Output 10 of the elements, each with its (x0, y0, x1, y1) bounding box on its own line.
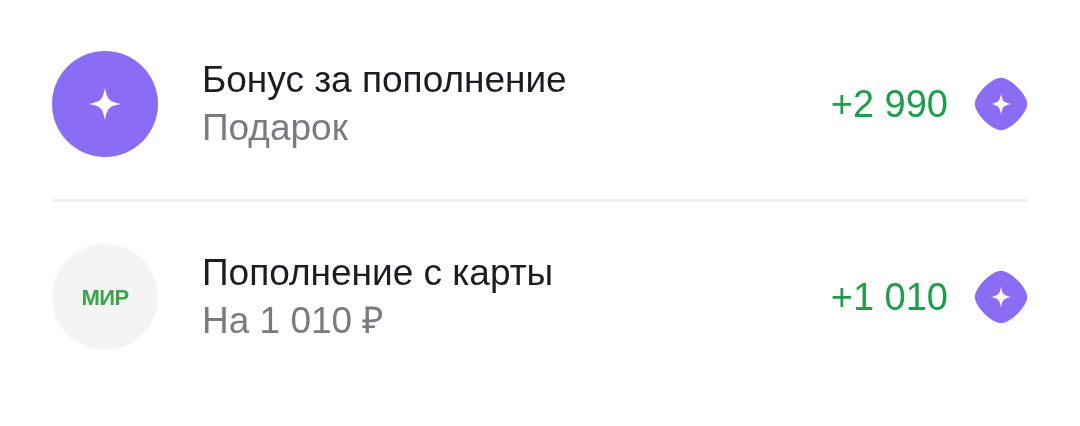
bonus-coin-icon (974, 77, 1028, 131)
transaction-title: Бонус за пополнение (202, 58, 568, 102)
logo-text: МИР (81, 283, 129, 312)
transaction-subtitle: На 1 010 ₽ (202, 299, 386, 343)
sparkle-icon (52, 51, 158, 157)
transaction-title: Пополнение с карты (202, 251, 555, 295)
transaction-subtitle: Подарок (202, 106, 349, 150)
amount: +1 010 (830, 274, 948, 320)
bonus-coin-icon (974, 270, 1028, 324)
amount: +2 990 (830, 81, 948, 127)
